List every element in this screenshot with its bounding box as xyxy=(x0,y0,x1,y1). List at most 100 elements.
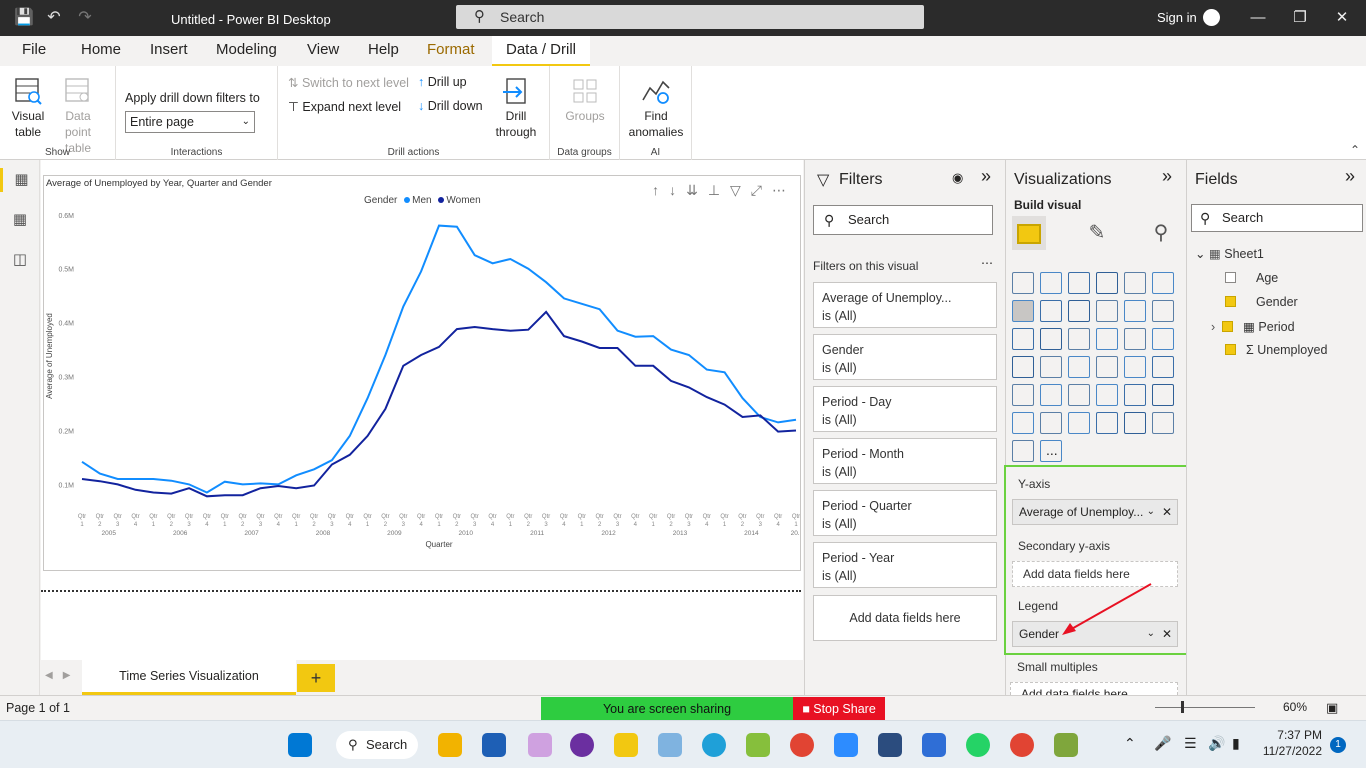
sign-in-link[interactable]: Sign in xyxy=(1157,10,1197,25)
visual-type-icon[interactable] xyxy=(1068,328,1090,350)
visual-type-icon[interactable] xyxy=(1012,356,1034,378)
zoom-slider[interactable] xyxy=(1155,707,1255,708)
visual-type-icon[interactable] xyxy=(1096,384,1118,406)
store-icon[interactable] xyxy=(482,733,506,757)
page-scroll-arrows[interactable]: ◀▶ xyxy=(45,670,80,681)
field-item-gender[interactable]: Gender xyxy=(1225,295,1298,309)
chevron-up-icon[interactable]: ⌃ xyxy=(1124,735,1136,752)
visual-type-icon[interactable] xyxy=(1096,300,1118,322)
wifi-icon[interactable]: ☰ xyxy=(1184,735,1197,752)
apply-drill-select[interactable]: Entire page ⌄ xyxy=(125,111,255,133)
chrome-icon[interactable] xyxy=(1010,733,1034,757)
fields-search-input[interactable]: ⚲ Search xyxy=(1191,204,1363,232)
edge-icon[interactable] xyxy=(702,733,726,757)
yaxis-field[interactable]: Average of Unemploy... ⌄ ✕ xyxy=(1012,499,1178,525)
battery-icon[interactable]: ▮ xyxy=(1232,735,1240,752)
taskbar-search[interactable]: ⚲ Search xyxy=(336,731,418,759)
visual-type-icon[interactable] xyxy=(1124,384,1146,406)
visual-type-icon[interactable] xyxy=(1040,300,1062,322)
visual-table-button[interactable]: Visual table xyxy=(6,76,50,140)
visual-type-icon[interactable] xyxy=(1152,412,1174,434)
data-view-icon[interactable]: ▦ xyxy=(8,208,32,232)
visual-type-icon[interactable] xyxy=(1152,356,1174,378)
chevron-right-icon[interactable]: › xyxy=(1211,320,1215,334)
collapse-visualizations-icon[interactable]: » xyxy=(1162,166,1172,187)
file-explorer-icon[interactable] xyxy=(438,733,462,757)
whatsapp-icon[interactable] xyxy=(966,733,990,757)
visual-type-icon[interactable] xyxy=(1012,272,1034,294)
visual-type-icon[interactable] xyxy=(1040,272,1062,294)
tab-format[interactable]: Format xyxy=(413,36,489,66)
table-sheet1[interactable]: ⌄ ▦ Sheet1 xyxy=(1195,246,1264,261)
tab-view[interactable]: View xyxy=(293,36,353,66)
drill-down-button[interactable]: ↓ Drill down xyxy=(418,99,483,113)
page-tab-time-series[interactable]: Time Series Visualization xyxy=(82,660,296,695)
field-checkbox[interactable] xyxy=(1225,344,1236,355)
field-checkbox[interactable] xyxy=(1225,296,1236,307)
small-multiples-dropzone[interactable]: Add data fields here xyxy=(1010,682,1178,695)
snipping-tool-icon[interactable] xyxy=(528,733,552,757)
filter-card[interactable]: Average of Unemploy... is (All) xyxy=(813,282,997,328)
filter-card[interactable]: Period - Year is (All) xyxy=(813,542,997,588)
analytics-tab-icon[interactable]: ⚲ xyxy=(1144,216,1178,250)
app-icon[interactable] xyxy=(746,733,770,757)
model-view-icon[interactable]: ◫ xyxy=(8,248,32,272)
visual-type-icon[interactable] xyxy=(1096,272,1118,294)
visual-type-icon[interactable] xyxy=(1040,384,1062,406)
tab-data-drill[interactable]: Data / Drill xyxy=(492,36,591,66)
tab-home[interactable]: Home xyxy=(67,36,135,66)
visual-type-icon[interactable] xyxy=(1152,300,1174,322)
windows-start-icon[interactable] xyxy=(288,733,312,757)
visual-type-icon[interactable] xyxy=(1124,328,1146,350)
visual-type-icon[interactable] xyxy=(1040,412,1062,434)
visual-type-icon[interactable] xyxy=(1040,356,1062,378)
visual-type-icon[interactable] xyxy=(1068,412,1090,434)
tab-file[interactable]: File xyxy=(8,36,60,66)
collapse-filters-icon[interactable]: » xyxy=(981,166,991,187)
visual-type-icon[interactable] xyxy=(1124,412,1146,434)
visual-type-icon[interactable] xyxy=(1068,272,1090,294)
visual-type-icon[interactable] xyxy=(1012,412,1034,434)
app-icon[interactable] xyxy=(570,733,594,757)
visual-type-icon[interactable] xyxy=(1096,328,1118,350)
eye-icon[interactable]: ◉ xyxy=(952,170,963,186)
visual-type-icon[interactable] xyxy=(1124,356,1146,378)
tab-insert[interactable]: Insert xyxy=(136,36,202,66)
save-icon[interactable]: 💾 xyxy=(14,8,34,28)
chevron-down-icon[interactable]: ⌄ xyxy=(1147,500,1155,524)
more-visuals-icon[interactable]: ... xyxy=(1046,442,1058,458)
visual-type-icon[interactable] xyxy=(1124,272,1146,294)
visual-type-icon[interactable] xyxy=(1068,300,1090,322)
microphone-icon[interactable]: 🎤 xyxy=(1154,735,1171,752)
visual-type-icon[interactable] xyxy=(1068,384,1090,406)
filters-add-field-dropzone[interactable]: Add data fields here xyxy=(813,595,997,641)
visual-type-icon[interactable] xyxy=(1040,328,1062,350)
drill-through-button[interactable]: Drill through xyxy=(492,76,540,140)
field-checkbox[interactable] xyxy=(1222,321,1234,332)
visual-type-icon[interactable] xyxy=(1012,384,1034,406)
find-anomalies-button[interactable]: Find anomalies xyxy=(624,76,688,140)
fit-to-page-icon[interactable]: ▣ xyxy=(1326,700,1338,716)
title-search-box[interactable]: ⚲ Search xyxy=(456,5,924,29)
power-bi-icon[interactable] xyxy=(614,733,638,757)
app-icon[interactable] xyxy=(1054,733,1078,757)
add-page-button[interactable]: + xyxy=(297,664,335,692)
visual-type-icon[interactable] xyxy=(1012,328,1034,350)
close-icon[interactable]: ✕ xyxy=(1332,8,1352,28)
sql-icon[interactable] xyxy=(878,733,902,757)
avatar[interactable] xyxy=(1203,9,1220,26)
minimize-icon[interactable]: — xyxy=(1248,8,1268,28)
drill-up-button[interactable]: ↑ Drill up xyxy=(418,75,467,89)
zoom-app-icon[interactable] xyxy=(834,733,858,757)
line-chart-visual[interactable]: Average of Unemployed by Year, Quarter a… xyxy=(43,175,801,571)
maximize-icon[interactable]: ❐ xyxy=(1290,8,1310,28)
volume-icon[interactable]: 🔊 xyxy=(1208,735,1225,752)
filter-card[interactable]: Gender is (All) xyxy=(813,334,997,380)
expand-next-level-button[interactable]: ⊤ Expand next level xyxy=(288,99,401,114)
report-canvas[interactable]: Average of Unemployed by Year, Quarter a… xyxy=(41,160,803,660)
filters-search-input[interactable]: ⚲ Search xyxy=(813,205,993,235)
visual-type-icon[interactable] xyxy=(1096,412,1118,434)
undo-icon[interactable]: ↶ xyxy=(44,8,64,28)
report-view-icon[interactable]: ▦ xyxy=(0,168,32,192)
tab-help[interactable]: Help xyxy=(354,36,413,66)
